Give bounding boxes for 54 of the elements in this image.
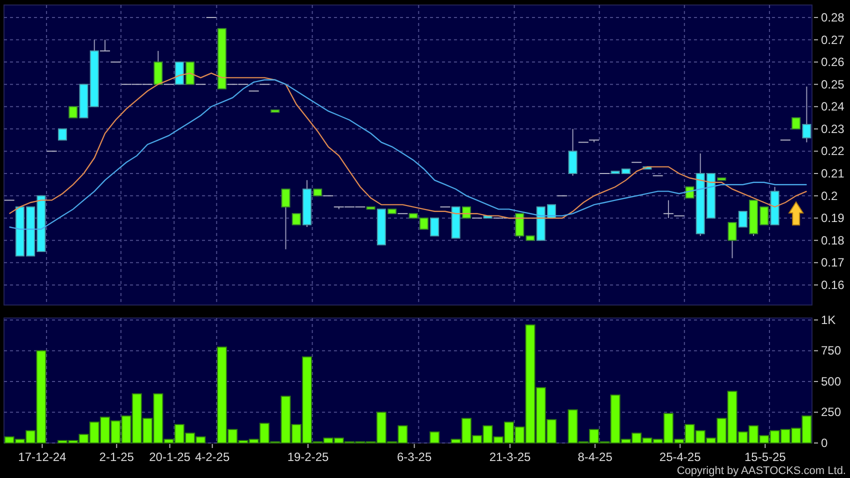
y-axis-label: 750 <box>821 344 842 358</box>
candlestick <box>270 109 280 113</box>
x-axis-label: 4-2-25 <box>194 450 230 464</box>
y-axis-label: 0 <box>821 436 828 450</box>
candlestick <box>4 200 15 201</box>
x-axis-label: 21-3-25 <box>489 450 531 464</box>
volume-bar <box>430 431 440 444</box>
x-axis-label: 6-3-25 <box>396 450 432 464</box>
x-axis-label: 25-4-25 <box>659 450 701 464</box>
candlestick <box>258 84 270 85</box>
y-axis-label: 0.25 <box>821 77 844 92</box>
candlestick <box>556 195 568 196</box>
y-axis-label: 0.28 <box>821 10 844 24</box>
y-axis-label: 0.26 <box>821 55 844 70</box>
y-axis-label: 0.17 <box>821 256 844 270</box>
x-axis-label: 2-1-25 <box>99 450 134 464</box>
x-axis-label: 20-1-25 <box>149 450 190 464</box>
candlestick <box>26 206 36 256</box>
y-axis-label: 0.16 <box>821 278 844 292</box>
candlestick <box>430 218 440 236</box>
candlestick <box>302 180 312 228</box>
candlestick <box>248 90 260 92</box>
candlestick <box>58 128 67 141</box>
volume-bar <box>780 428 790 444</box>
candlestick <box>36 195 46 252</box>
y-axis-label: 1K <box>821 312 836 327</box>
candlestick <box>15 206 24 256</box>
y-axis-label: 0.21 <box>821 166 844 180</box>
y-axis-label: 0.27 <box>821 32 844 47</box>
candlestick <box>780 140 791 141</box>
candlestick <box>46 150 58 152</box>
candlestick <box>717 177 726 181</box>
y-axis-label: 0.24 <box>821 100 844 114</box>
candlestick <box>652 175 664 176</box>
y-axis-label: 0.18 <box>821 233 844 248</box>
candlestick <box>706 173 716 219</box>
candlestick <box>631 162 642 163</box>
x-axis-label: 17-12-24 <box>18 450 66 464</box>
y-axis-label: 0.19 <box>821 211 844 226</box>
volume-bar <box>100 416 110 444</box>
y-axis-label: 250 <box>821 405 842 420</box>
candlestick <box>642 166 652 170</box>
volume-bar <box>110 420 121 444</box>
x-axis-label: 15-5-25 <box>744 450 786 464</box>
up-arrow-icon <box>788 201 804 226</box>
x-axis-label: 19-2-25 <box>287 450 329 464</box>
candlestick <box>110 62 122 63</box>
candlestick <box>206 16 217 18</box>
x-axis-label: 8-4-25 <box>578 450 612 464</box>
y-axis-label: 0.2 <box>821 188 838 203</box>
y-axis-label: 500 <box>821 374 842 388</box>
y-axis-label: 0.23 <box>821 122 844 136</box>
copyright-text: Copyright by AASTOCKS.com Ltd. <box>676 464 846 478</box>
y-axis-label: 0.22 <box>821 144 844 158</box>
